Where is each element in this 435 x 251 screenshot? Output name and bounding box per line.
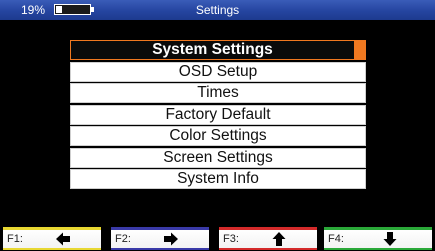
f4-key-label: F4: <box>328 233 344 245</box>
menu-item-color-settings[interactable]: Color Settings <box>70 126 366 146</box>
menu-item-screen-settings[interactable]: Screen Settings <box>70 147 366 168</box>
arrow-left-icon <box>55 231 71 251</box>
arrow-up-icon <box>271 231 287 251</box>
status-bar: 19% Settings <box>0 0 435 20</box>
menu-item-times[interactable]: Times <box>70 83 366 103</box>
menu-item-osd-setup[interactable]: OSD Setup <box>70 61 366 82</box>
f2-key-button[interactable]: F2: <box>111 227 209 250</box>
f1-key-label: F1: <box>7 233 23 245</box>
menu-item-system-info[interactable]: System Info <box>70 169 366 189</box>
menu-item-system-settings[interactable]: System Settings <box>70 40 366 60</box>
f1-key-button[interactable]: F1: <box>3 227 101 250</box>
f4-key-button[interactable]: F4: <box>324 227 432 250</box>
function-key-bar: F1: F2: F3: F4: <box>0 225 435 251</box>
page-title: Settings <box>195 3 240 17</box>
arrow-down-icon <box>382 231 398 251</box>
menu-item-factory-default[interactable]: Factory Default <box>70 104 366 125</box>
settings-screen: 19% Settings System Settings OSD Setup T… <box>0 0 435 251</box>
f2-key-label: F2: <box>115 233 131 245</box>
arrow-right-icon <box>163 231 179 251</box>
f3-key-button[interactable]: F3: <box>219 227 317 250</box>
f3-key-label: F3: <box>223 233 239 245</box>
settings-menu: System Settings OSD Setup Times Factory … <box>70 40 366 191</box>
